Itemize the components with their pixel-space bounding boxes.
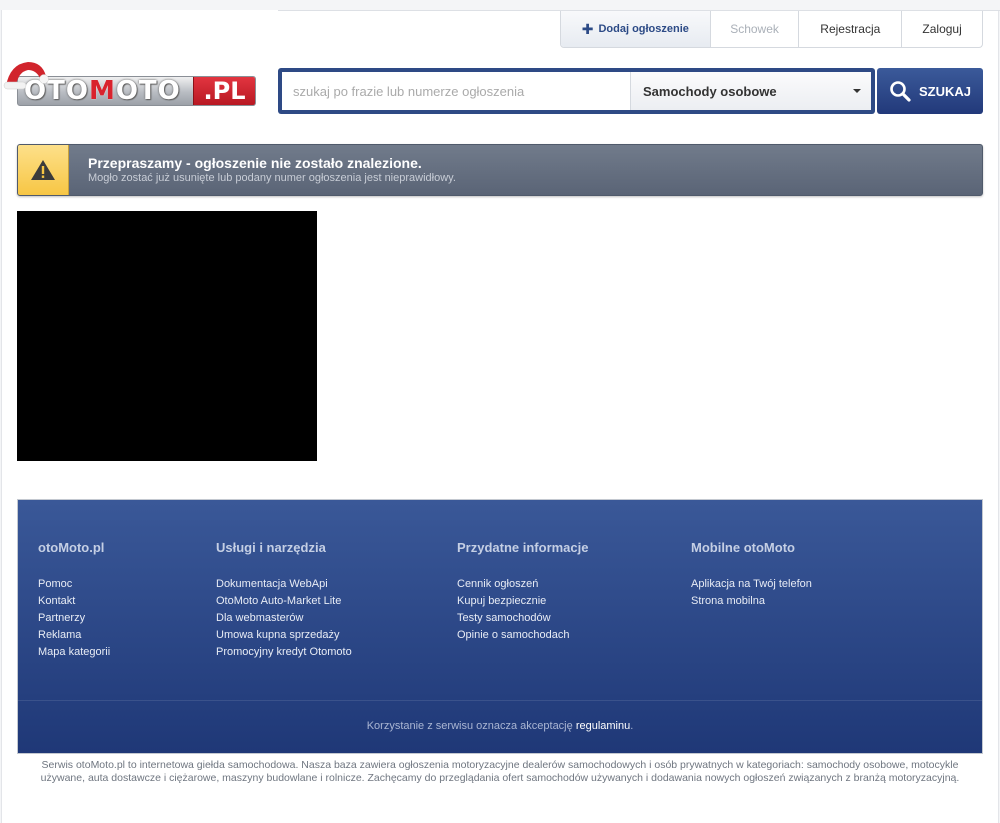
alert-text: Przepraszamy - ogłoszenie nie zostało zn… [69, 145, 456, 195]
footer-link-webmasters[interactable]: Dla webmasterów [216, 610, 352, 627]
footer-link-car-tests[interactable]: Testy samochodów [457, 610, 589, 627]
add-listing-label: Dodaj ogłoszenie [598, 23, 689, 35]
footer-heading: Usługi i narzędzia [216, 540, 326, 555]
stash-link[interactable]: Schowek [711, 11, 800, 47]
footer-link-promo-credit[interactable]: Promocyjny kredyt Otomoto [216, 644, 352, 661]
footer-column-uslugi: Usługi i narzędzia Dokumentacja WebApi O… [216, 540, 352, 661]
footer-link-reklama[interactable]: Reklama [38, 627, 110, 644]
category-select-value: Samochody osobowe [643, 83, 777, 99]
search-button[interactable]: SZUKAJ [877, 68, 983, 114]
footer-link-mobile-site[interactable]: Strona mobilna [691, 593, 812, 610]
footer-link-mapa-kategorii[interactable]: Mapa kategorii [38, 644, 110, 661]
footer-link-phone-app[interactable]: Aplikacja na Twój telefon [691, 576, 812, 593]
footer-terms: Korzystanie z serwisu oznacza akceptację… [366, 720, 634, 732]
footer-link-pricing[interactable]: Cennik ogłoszeń [457, 576, 589, 593]
terms-link[interactable]: regulaminu [576, 720, 630, 732]
login-link[interactable]: Zaloguj [902, 11, 982, 47]
footer: otoMoto.pl Pomoc Kontakt Partnerzy Rekla… [17, 499, 983, 754]
footer-link-pomoc[interactable]: Pomoc [38, 576, 110, 593]
add-listing-button[interactable]: ✚ Dodaj ogłoszenie [561, 11, 711, 47]
footer-link-sales-contract[interactable]: Umowa kupna sprzedaży [216, 627, 352, 644]
alert-title: Przepraszamy - ogłoszenie nie zostało zn… [88, 155, 422, 171]
footer-column-mobilne: Mobilne otoMoto Aplikacja na Twój telefo… [691, 540, 812, 610]
logo[interactable]: OTOMOTO .PL [17, 76, 256, 106]
alert-subtitle: Mogło zostać już usunięte lub podany num… [88, 172, 456, 184]
ad-placeholder [17, 211, 317, 461]
footer-link-car-reviews[interactable]: Opinie o samochodach [457, 627, 589, 644]
footer-column-przydatne: Przydatne informacje Cennik ogłoszeń Kup… [457, 540, 589, 644]
search-input[interactable] [282, 72, 630, 110]
footer-divider [18, 700, 982, 701]
category-select[interactable]: Samochody osobowe [630, 72, 871, 110]
santa-hat-icon [3, 62, 49, 90]
footer-link-webapi[interactable]: Dokumentacja WebApi [216, 576, 352, 593]
footer-link-partnerzy[interactable]: Partnerzy [38, 610, 110, 627]
footer-link-buy-safely[interactable]: Kupuj bezpiecznie [457, 593, 589, 610]
seo-description: Serwis otoMoto.pl to internetowa giełda … [40, 759, 960, 784]
search-bar: Samochody osobowe [278, 68, 875, 114]
alert-icon-box [18, 145, 69, 195]
plus-icon: ✚ [581, 20, 594, 37]
footer-column-otomoto: otoMoto.pl Pomoc Kontakt Partnerzy Rekla… [38, 540, 110, 661]
magnifier-icon [890, 81, 911, 102]
footer-heading: Przydatne informacje [457, 540, 589, 555]
logo-pl-badge: .PL [193, 77, 255, 105]
top-nav: ✚ Dodaj ogłoszenie Schowek Rejestracja Z… [560, 11, 983, 48]
footer-link-auto-market-lite[interactable]: OtoMoto Auto-Market Lite [216, 593, 352, 610]
not-found-alert: Przepraszamy - ogłoszenie nie zostało zn… [17, 144, 983, 196]
register-link[interactable]: Rejestracja [799, 11, 903, 47]
footer-link-kontakt[interactable]: Kontakt [38, 593, 110, 610]
top-strip [0, 0, 1000, 10]
search-button-label: SZUKAJ [918, 83, 971, 99]
caret-down-icon [853, 89, 861, 93]
footer-heading: Mobilne otoMoto [691, 540, 795, 555]
warning-icon [31, 160, 55, 180]
footer-heading: otoMoto.pl [38, 540, 105, 555]
